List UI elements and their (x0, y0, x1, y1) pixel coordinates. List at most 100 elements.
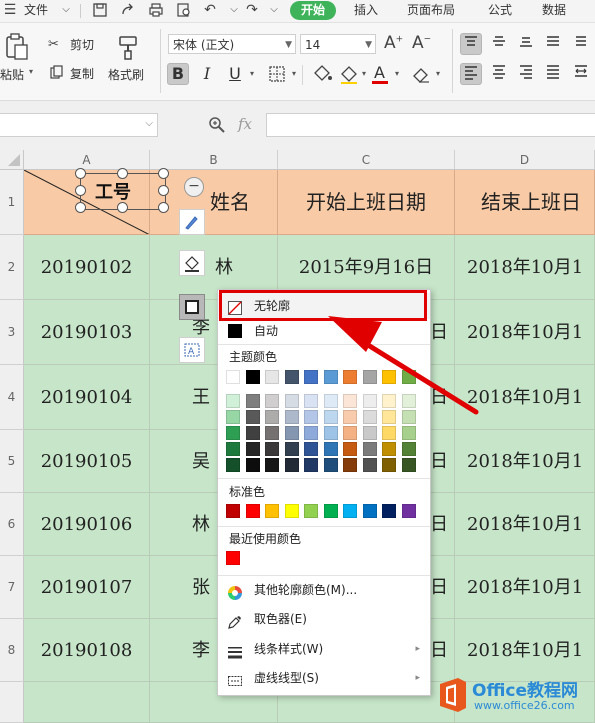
save-icon[interactable] (92, 2, 108, 18)
color-swatch[interactable] (362, 458, 377, 472)
color-swatch[interactable] (245, 410, 260, 424)
color-swatch[interactable] (304, 426, 318, 440)
row-header-1[interactable]: 1 (0, 170, 24, 235)
undo-icon[interactable]: ↶ (202, 2, 218, 18)
copy-button[interactable]: 复制 (70, 67, 94, 81)
column-header-b[interactable]: B (150, 150, 278, 170)
color-swatch[interactable] (245, 394, 260, 408)
color-swatch[interactable] (304, 394, 318, 408)
chevron-down-icon[interactable]: ⌵ (145, 118, 153, 129)
format-painter-button[interactable]: 格式刷 (108, 68, 144, 82)
color-swatch[interactable] (323, 504, 338, 518)
chevron-down-icon[interactable]: ▾ (362, 69, 366, 78)
resize-handle[interactable] (158, 168, 169, 179)
fx-button[interactable]: fx (238, 115, 252, 133)
distributed-align-button[interactable] (570, 63, 592, 85)
outline-button[interactable] (179, 294, 205, 320)
cell-c1[interactable]: 开始上班日期 (278, 170, 455, 235)
cell-a2[interactable]: 20190102 (24, 235, 150, 300)
cut-button[interactable]: 剪切 (70, 38, 94, 52)
color-swatch[interactable] (265, 394, 279, 408)
color-swatch[interactable] (265, 504, 279, 518)
decrease-font-icon[interactable]: A− (412, 33, 431, 53)
color-swatch[interactable] (284, 442, 299, 456)
paste-icon[interactable] (4, 33, 30, 61)
color-swatch[interactable] (304, 458, 318, 472)
chevron-down-icon[interactable]: ▾ (292, 69, 296, 78)
fill-shading-icon[interactable] (312, 63, 334, 85)
color-swatch[interactable] (323, 426, 338, 440)
chevron-down-icon[interactable]: ▾ (29, 67, 33, 76)
tab-home[interactable]: 开始 (290, 1, 336, 20)
chevron-down-icon[interactable]: ▾ (250, 69, 254, 78)
color-swatch[interactable] (284, 394, 299, 408)
color-swatch[interactable] (343, 426, 357, 440)
font-size-select[interactable]: 14 ▼ (300, 34, 376, 54)
line-style-item[interactable]: 线条样式(W) ▸ (218, 636, 430, 662)
color-swatch[interactable] (401, 504, 416, 518)
color-swatch[interactable] (265, 410, 279, 424)
cell-a9[interactable] (24, 682, 150, 723)
color-swatch[interactable] (245, 370, 260, 384)
redo-icon[interactable]: ↷ (244, 2, 260, 18)
italic-button[interactable]: I (196, 63, 218, 85)
print-preview-icon[interactable] (176, 2, 192, 18)
resize-handle[interactable] (75, 185, 86, 196)
color-swatch[interactable] (245, 504, 260, 518)
color-swatch[interactable] (265, 458, 279, 472)
align-left-button[interactable] (460, 63, 482, 85)
chevron-down-icon[interactable]: ▾ (436, 69, 440, 78)
cell-a8[interactable]: 20190108 (24, 619, 150, 682)
tab-formulas[interactable]: 公式 (488, 2, 512, 18)
cell-d5[interactable]: 2018年10月1 (455, 430, 595, 493)
cell-d6[interactable]: 2018年10月1 (455, 493, 595, 556)
chevron-down-icon[interactable]: ⌵ (226, 2, 242, 18)
color-swatch[interactable] (323, 458, 338, 472)
cell-d7[interactable]: 2018年10月1 (455, 556, 595, 619)
align-bottom-button[interactable] (515, 33, 537, 55)
cell-a4[interactable]: 20190104 (24, 365, 150, 430)
color-swatch[interactable] (401, 426, 416, 440)
paste-button[interactable]: 粘贴 (0, 68, 24, 82)
hamburger-icon[interactable]: ☰ (2, 2, 18, 18)
color-swatch[interactable] (362, 504, 377, 518)
color-swatch[interactable] (323, 442, 338, 456)
zoom-icon[interactable] (208, 116, 226, 134)
font-color-icon[interactable]: A (374, 63, 385, 82)
increase-font-icon[interactable]: A+ (384, 33, 403, 53)
tab-data[interactable]: 数据 (542, 2, 566, 18)
resize-handle[interactable] (158, 185, 169, 196)
resize-handle[interactable] (75, 202, 86, 213)
cell-a6[interactable]: 20190106 (24, 493, 150, 556)
chevron-down-icon[interactable]: ▾ (395, 69, 399, 78)
color-swatch[interactable] (284, 426, 299, 440)
color-swatch[interactable] (226, 410, 240, 424)
color-swatch[interactable] (304, 504, 318, 518)
row-header-5[interactable]: 5 (0, 430, 24, 493)
color-swatch[interactable] (226, 394, 240, 408)
resize-handle[interactable] (117, 202, 128, 213)
font-name-select[interactable]: 宋体 (正文) ▼ (168, 34, 296, 54)
wrap-text-button[interactable] (542, 33, 564, 55)
color-swatch[interactable] (343, 504, 357, 518)
color-swatch[interactable] (382, 442, 396, 456)
row-header-7[interactable]: 7 (0, 556, 24, 619)
color-swatch[interactable] (401, 458, 416, 472)
color-swatch[interactable] (265, 370, 279, 384)
justify-button[interactable] (542, 63, 564, 85)
text-direction-button[interactable] (570, 33, 592, 55)
align-center-button[interactable] (488, 63, 510, 85)
select-all-corner[interactable] (0, 150, 24, 170)
color-swatch[interactable] (226, 551, 240, 565)
collapse-icon[interactable]: − (184, 177, 204, 197)
eyedropper-item[interactable]: 取色器(E) (218, 606, 430, 632)
color-swatch[interactable] (382, 458, 396, 472)
bold-button[interactable]: B (167, 63, 189, 85)
color-swatch[interactable] (284, 504, 299, 518)
fill-button[interactable] (179, 250, 205, 276)
name-box[interactable]: ⌵ (0, 113, 158, 137)
color-swatch[interactable] (362, 426, 377, 440)
fill-color-icon[interactable] (338, 63, 360, 85)
color-swatch[interactable] (245, 426, 260, 440)
color-swatch[interactable] (382, 504, 396, 518)
